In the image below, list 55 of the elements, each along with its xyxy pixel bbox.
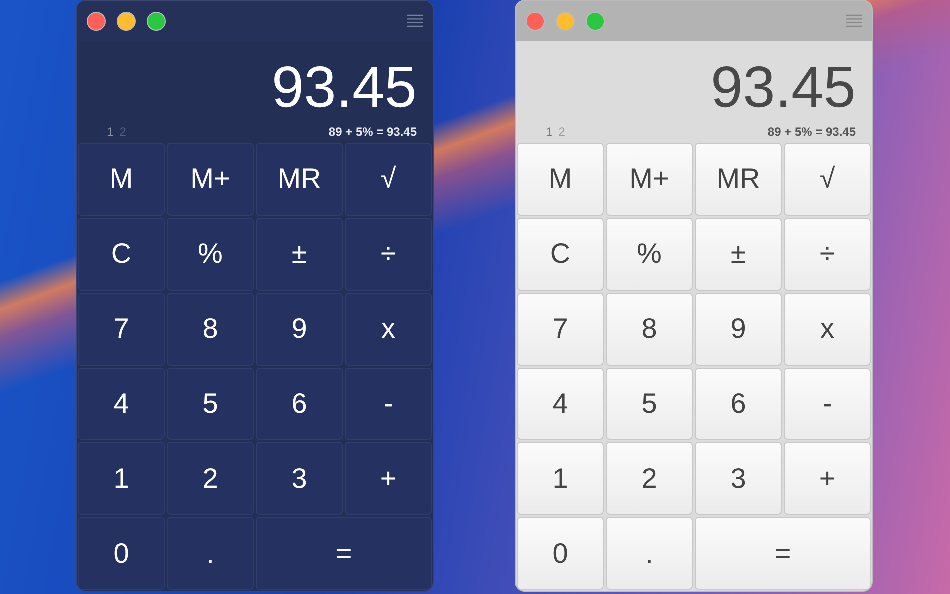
calculator-key[interactable]: MR bbox=[256, 143, 343, 216]
calculator-key[interactable]: x bbox=[784, 292, 871, 366]
calculator-key[interactable]: % bbox=[606, 218, 693, 291]
close-button[interactable] bbox=[87, 12, 106, 30]
calculator-key[interactable]: . bbox=[606, 517, 693, 590]
calculator-key[interactable]: 7 bbox=[517, 292, 604, 366]
calculator-key[interactable]: 1 bbox=[78, 442, 165, 516]
calculator-key[interactable]: 2 bbox=[606, 442, 693, 516]
calculator-key[interactable]: = bbox=[695, 517, 871, 590]
calculator-key[interactable]: + bbox=[784, 442, 871, 516]
calculator-key[interactable]: 2 bbox=[167, 442, 254, 516]
calculator-key[interactable]: 0 bbox=[517, 517, 604, 590]
calculator-key[interactable]: C bbox=[78, 218, 165, 291]
calculator-key[interactable]: ÷ bbox=[345, 218, 432, 291]
calculator-key[interactable]: 6 bbox=[695, 368, 782, 440]
calculator-key[interactable]: - bbox=[345, 368, 432, 440]
history-text: 89 + 5% = 93.45 bbox=[328, 125, 417, 139]
calculator-key[interactable]: M+ bbox=[606, 143, 693, 216]
calculator-key[interactable]: M bbox=[78, 143, 165, 216]
calculator-key[interactable]: 3 bbox=[695, 442, 782, 516]
calculator-key[interactable]: 0 bbox=[78, 517, 165, 590]
calculator-key[interactable]: √ bbox=[784, 143, 871, 216]
result-display: 93.45 bbox=[710, 57, 856, 119]
calculator-key[interactable]: √ bbox=[345, 143, 432, 216]
calculator-key[interactable]: + bbox=[345, 442, 432, 516]
calculator-key[interactable]: 4 bbox=[517, 368, 604, 440]
zoom-button[interactable] bbox=[147, 12, 166, 30]
menu-icon[interactable] bbox=[407, 14, 423, 28]
result-display: 93.45 bbox=[270, 57, 417, 119]
minimize-button[interactable] bbox=[117, 12, 136, 30]
calculator-key[interactable]: 8 bbox=[167, 292, 254, 366]
calculator-key[interactable]: 6 bbox=[256, 368, 343, 440]
calculator-key[interactable]: M+ bbox=[167, 143, 254, 216]
calculator-key[interactable]: 9 bbox=[695, 292, 782, 366]
calculator-key[interactable]: = bbox=[256, 517, 432, 590]
page-tab[interactable]: 1 bbox=[107, 125, 114, 139]
history-text: 89 + 5% = 93.45 bbox=[768, 125, 856, 139]
calculator-key[interactable]: 3 bbox=[256, 442, 343, 516]
calculator-key[interactable]: 8 bbox=[606, 292, 693, 366]
calculator-key[interactable]: ÷ bbox=[784, 218, 871, 291]
calculator-key[interactable]: 7 bbox=[78, 292, 165, 366]
calculator-key[interactable]: x bbox=[345, 292, 432, 366]
calculator-key[interactable]: ± bbox=[695, 218, 782, 291]
calculator-key[interactable]: 4 bbox=[78, 368, 165, 440]
calculator-key[interactable]: 1 bbox=[517, 442, 604, 516]
calculator-key[interactable]: % bbox=[167, 218, 254, 291]
calculator-key[interactable]: 5 bbox=[167, 368, 254, 440]
calculator-key[interactable]: MR bbox=[695, 143, 782, 216]
calculator-key[interactable]: 9 bbox=[256, 292, 343, 366]
calculator-key[interactable]: - bbox=[784, 368, 871, 440]
calculator-key[interactable]: ± bbox=[256, 218, 343, 291]
calculator-key[interactable]: M bbox=[517, 143, 604, 216]
calculator-key[interactable]: . bbox=[167, 517, 254, 590]
calculator-key[interactable]: C bbox=[517, 218, 604, 291]
calculator-key[interactable]: 5 bbox=[606, 368, 693, 440]
